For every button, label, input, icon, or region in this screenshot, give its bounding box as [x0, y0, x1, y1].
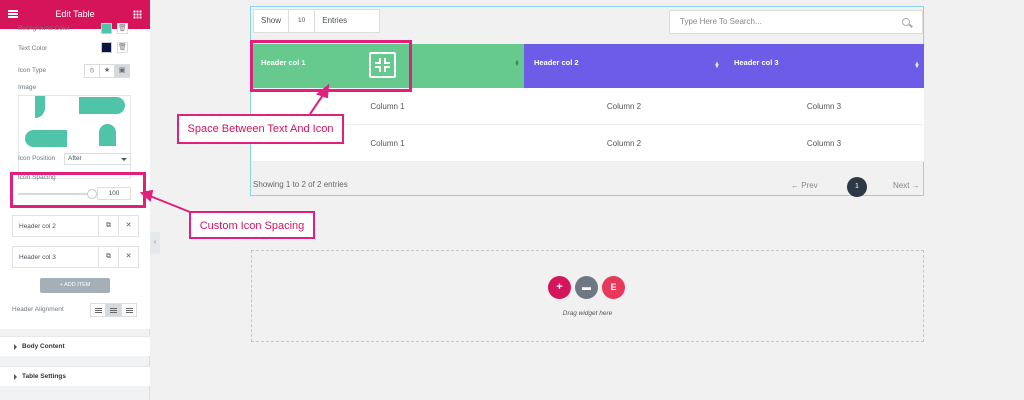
close-icon[interactable]: ✕ [118, 247, 138, 267]
header-label: Header col 3 [734, 58, 779, 67]
prev-button[interactable]: ← Prev [791, 181, 818, 190]
compress-shape-icon [99, 124, 116, 146]
table-header-col-3[interactable]: Header col 3 ▲ ▼ [724, 44, 924, 88]
sort-icon: ▲ ▼ [514, 59, 520, 68]
annotation-highlight-icon-spacing [10, 172, 146, 208]
background-color-swatch[interactable] [101, 23, 112, 34]
section-table-settings[interactable]: Table Settings [0, 366, 150, 386]
header-label: Header col 2 [534, 58, 579, 67]
align-left-icon[interactable] [91, 304, 107, 316]
entries-per-page: Show 10 Entries [253, 9, 380, 33]
section-label: Table Settings [22, 373, 66, 380]
drag-widget-hint: Drag widget here [562, 310, 613, 317]
star-icon[interactable]: ★ [100, 65, 115, 77]
header-alignment-toggle [90, 303, 137, 317]
none-icon[interactable]: ⦸ [85, 65, 100, 77]
table-header-col-2[interactable]: Header col 2 ▲ ▼ [524, 44, 724, 88]
background-color-clear-icon[interactable]: 🗑 [117, 23, 128, 34]
template-folder-icon[interactable]: ▬ [575, 276, 598, 299]
elementskit-logo-icon[interactable]: E [602, 276, 625, 299]
duplicate-icon[interactable]: ⧉ [98, 216, 118, 236]
add-item-button[interactable]: + ADD ITEM [40, 278, 110, 293]
align-center-icon[interactable] [106, 304, 122, 316]
compress-shape-icon [35, 96, 45, 118]
sort-icon: ▲ ▼ [914, 61, 920, 70]
prev-label: Prev [801, 181, 818, 190]
annotation-highlight-header-col-1 [250, 40, 412, 92]
icon-type-toggle: ⦸ ★ ▣ [84, 64, 130, 78]
caret-right-icon [14, 374, 17, 380]
text-color-label: Text Color [18, 45, 48, 52]
duplicate-icon[interactable]: ⧉ [98, 247, 118, 267]
search-placeholder: Type Here To Search... [680, 17, 762, 26]
chevron-down-icon [121, 158, 127, 161]
image-preview[interactable] [18, 95, 131, 179]
icon-type-label: Icon Type [18, 67, 47, 74]
callout-custom-icon-spacing: Custom Icon Spacing [189, 211, 315, 239]
icon-position-select[interactable]: After [64, 153, 131, 165]
table-search-input[interactable]: Type Here To Search... [669, 10, 923, 34]
next-button[interactable]: Next → [893, 181, 920, 190]
table-cell: Column 2 [524, 125, 724, 162]
add-section-plus-icon[interactable]: + [548, 276, 571, 299]
entries-label: Entries [322, 16, 348, 25]
repeater-item-header-col-2[interactable]: Header col 2 ⧉ ✕ [12, 215, 139, 237]
panel-title: Edit Table [55, 9, 95, 19]
section-label: Body Content [22, 343, 65, 350]
section-body-content[interactable]: Body Content [0, 336, 150, 356]
caret-right-icon [14, 344, 17, 350]
repeater-item-label: Header col 2 [19, 223, 56, 230]
text-color-clear-icon[interactable]: 🗑 [117, 42, 128, 53]
table-widget[interactable]: Show 10 Entries Type Here To Search... H… [250, 6, 924, 197]
close-icon[interactable]: ✕ [118, 216, 138, 236]
align-right-icon[interactable] [122, 304, 136, 316]
image-icon[interactable]: ▣ [115, 65, 129, 77]
background-color-label: Background Color [18, 25, 71, 32]
compress-shape-icon [79, 97, 125, 114]
callout-space-between-text-and-icon: Space Between Text And Icon [177, 114, 344, 144]
page-1-button[interactable]: 1 [847, 177, 867, 197]
table-cell: Column 2 [524, 88, 724, 125]
icon-position-label: Icon Position [18, 155, 56, 162]
table-cell: Column 3 [724, 125, 924, 162]
show-label: Show [261, 16, 282, 25]
search-icon [902, 18, 910, 26]
sort-icon: ▲ ▼ [714, 61, 720, 70]
table-cell: Column 3 [724, 88, 924, 125]
panel-collapse-chevron-left-icon[interactable]: ‹ [150, 232, 160, 254]
image-label: Image [18, 84, 37, 91]
next-label: Next [893, 181, 910, 190]
repeater-item-header-col-3[interactable]: Header col 3 ⧉ ✕ [12, 246, 139, 268]
annotation-arrow-line [149, 195, 191, 213]
entries-select[interactable]: 10 [288, 10, 316, 32]
table-info: Showing 1 to 2 of 2 entries [253, 180, 348, 189]
compress-shape-icon [25, 130, 67, 147]
widgets-grid-icon[interactable] [133, 10, 142, 19]
repeater-item-label: Header col 3 [19, 254, 56, 261]
header-alignment-label: Header Alignment [12, 306, 64, 313]
text-color-swatch[interactable] [101, 42, 112, 53]
icon-position-value: After [68, 155, 82, 162]
